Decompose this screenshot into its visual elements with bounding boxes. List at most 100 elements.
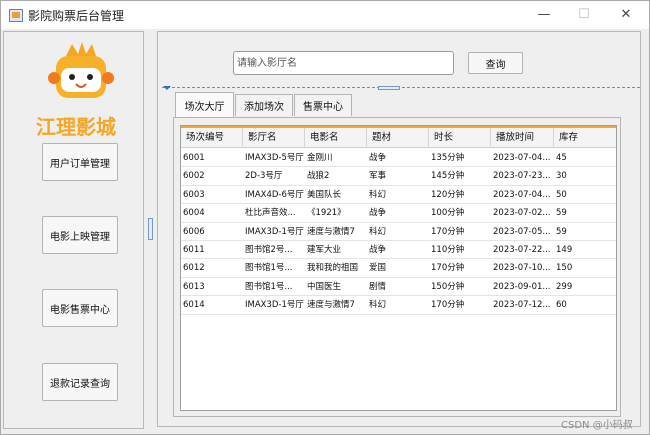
- column-header[interactable]: 电影名: [305, 128, 367, 148]
- split-pane-handle[interactable]: [148, 218, 153, 240]
- table-cell: 建军大业: [307, 244, 342, 255]
- table-row[interactable]: 6006 IMAX3D-1号厅 速度与激情7 科幻 170分钟 2023-07-05...…: [181, 223, 616, 241]
- vertical-split-divider: [162, 87, 640, 88]
- hall-search-input[interactable]: [233, 51, 454, 75]
- divider-grip-handle[interactable]: [378, 86, 400, 90]
- tab-ticket-center[interactable]: 售票中心: [294, 94, 352, 116]
- table-cell: 6011: [183, 244, 205, 255]
- table-cell: 速度与激情7: [307, 226, 355, 237]
- title-bar: 影院购票后台管理 — ☐ ✕: [1, 1, 649, 29]
- tab-screening-hall[interactable]: 场次大厅: [175, 92, 234, 117]
- logo-crown-icon: [66, 42, 96, 56]
- nav-ticket-center-button[interactable]: 电影售票中心: [42, 289, 118, 327]
- table-cell: 战争: [369, 244, 387, 255]
- table-cell: 2023-07-23...: [493, 171, 551, 182]
- watermark-text: CSDN @小码叔: [561, 420, 633, 431]
- table-cell: 170分钟: [431, 226, 465, 237]
- table-cell: 杜比声音效...: [245, 208, 296, 219]
- table-cell: 美国队长: [307, 189, 342, 200]
- logo-text: 江理影城: [36, 115, 116, 139]
- column-header[interactable]: 场次编号: [181, 128, 243, 148]
- table-cell: 6006: [183, 226, 205, 237]
- table-row[interactable]: 6001 IMAX3D-5号厅 金刚川 战争 135分钟 2023-07-04... 45: [181, 149, 616, 168]
- table-cell: 军事: [369, 171, 387, 182]
- table-cell: 战争: [369, 153, 387, 163]
- table-row[interactable]: 6013 图书馆1号... 中国医生 剧情 150分钟 2023-09-01... 299: [181, 278, 616, 297]
- query-button[interactable]: 查询: [468, 52, 523, 74]
- table-cell: 2023-07-22...: [493, 244, 551, 255]
- table-row[interactable]: 6012 图书馆1号... 我和我的祖国 爱国 170分钟 2023-07-10... 15…: [181, 259, 616, 278]
- nav-user-orders-button[interactable]: 用户订单管理: [42, 143, 118, 181]
- table-cell: 战狼2: [307, 171, 330, 182]
- column-header[interactable]: 播放时间: [491, 128, 554, 148]
- close-button[interactable]: ✕: [616, 5, 636, 25]
- table-cell: 170分钟: [431, 263, 465, 274]
- tab-add-screening[interactable]: 添加场次: [235, 94, 293, 116]
- table-cell: 金刚川: [307, 153, 333, 163]
- cinema-logo: 江理影城: [36, 42, 116, 139]
- table-body: 6001 IMAX3D-5号厅 金刚川 战争 135分钟 2023-07-04... 45 6…: [181, 149, 616, 315]
- table-row[interactable]: 6003 IMAX4D-6号厅 美国队长 科幻 120分钟 2023-07-04... 50: [181, 186, 616, 205]
- left-nav-panel: 江理影城 用户订单管理 电影上映管理 电影售票中心 退款记录查询: [3, 31, 144, 429]
- table-cell: 120分钟: [431, 189, 465, 200]
- table-cell: 60: [556, 300, 567, 311]
- table-cell: 6002: [183, 171, 205, 182]
- table-cell: 45: [556, 153, 567, 163]
- table-cell: 100分钟: [431, 208, 465, 219]
- table-row[interactable]: 6002 2D-3号厅 战狼2 军事 145分钟 2023-07-23... 30: [181, 167, 616, 186]
- table-cell: 6013: [183, 281, 205, 292]
- window-title: 影院购票后台管理: [28, 9, 125, 23]
- table-row[interactable]: 6004 杜比声音效... 《1921》 战争 100分钟 2023-07-02... 59: [181, 204, 616, 223]
- table-row[interactable]: 6011 图书馆2号... 建军大业 战争 110分钟 2023-07-22... 149: [181, 241, 616, 260]
- column-header[interactable]: 时长: [429, 128, 491, 148]
- screenings-table[interactable]: 场次编号 影厅名 电影名 题材 时长 播放时间 库存 6001 IMAX3D-5号…: [180, 125, 617, 411]
- table-cell: 2023-07-10...: [493, 263, 551, 274]
- table-cell: 59: [556, 226, 567, 237]
- table-cell: 2023-07-04...: [493, 153, 551, 163]
- table-cell: 170分钟: [431, 300, 465, 311]
- table-cell: 2023-07-05...: [493, 226, 551, 237]
- table-cell: 2023-09-01...: [493, 281, 551, 292]
- table-cell: 59: [556, 208, 567, 219]
- table-cell: 科幻: [369, 226, 387, 237]
- table-cell: 6003: [183, 189, 205, 200]
- table-cell: 50: [556, 189, 567, 200]
- table-cell: 30: [556, 171, 567, 182]
- table-cell: IMAX3D-5号厅: [245, 153, 304, 163]
- table-cell: 战争: [369, 208, 387, 219]
- table-cell: 中国医生: [307, 281, 342, 292]
- table-cell: 6004: [183, 208, 205, 219]
- table-cell: IMAX4D-6号厅: [245, 189, 304, 200]
- table-cell: IMAX3D-1号厅: [245, 300, 304, 311]
- table-cell: 145分钟: [431, 171, 465, 182]
- table-cell: 6012: [183, 263, 205, 274]
- table-cell: 2023-07-04...: [493, 189, 551, 200]
- table-cell: 150分钟: [431, 281, 465, 292]
- table-row[interactable]: 6014 IMAX3D-1号厅 速度与激情7 科幻 170分钟 2023-07-12...…: [181, 296, 616, 315]
- table-cell: 299: [556, 281, 573, 292]
- table-cell: 速度与激情7: [307, 300, 355, 311]
- table-cell: 150: [556, 263, 573, 274]
- column-header[interactable]: 库存: [554, 128, 618, 148]
- table-cell: 149: [556, 244, 573, 255]
- minimize-button[interactable]: —: [534, 5, 554, 25]
- collapse-arrow-icon[interactable]: [163, 86, 171, 90]
- column-header[interactable]: 影厅名: [243, 128, 305, 148]
- table-cell: 110分钟: [431, 244, 465, 255]
- table-cell: 科幻: [369, 300, 387, 311]
- table-cell: 6001: [183, 153, 205, 163]
- column-header[interactable]: 题材: [367, 128, 429, 148]
- table-cell: IMAX3D-1号厅: [245, 226, 304, 237]
- table-cell: 图书馆2号...: [245, 244, 293, 255]
- maximize-button[interactable]: ☐: [574, 5, 594, 25]
- app-icon: [9, 9, 23, 22]
- nav-movie-release-button[interactable]: 电影上映管理: [42, 216, 118, 254]
- nav-refund-records-button[interactable]: 退款记录查询: [42, 363, 118, 401]
- table-cell: 科幻: [369, 189, 387, 200]
- table-cell: 图书馆1号...: [245, 263, 293, 274]
- table-cell: 《1921》: [307, 208, 346, 219]
- table-cell: 我和我的祖国: [307, 263, 359, 274]
- table-cell: 6014: [183, 300, 205, 311]
- table-cell: 爱国: [369, 263, 387, 274]
- table-cell: 剧情: [369, 281, 387, 292]
